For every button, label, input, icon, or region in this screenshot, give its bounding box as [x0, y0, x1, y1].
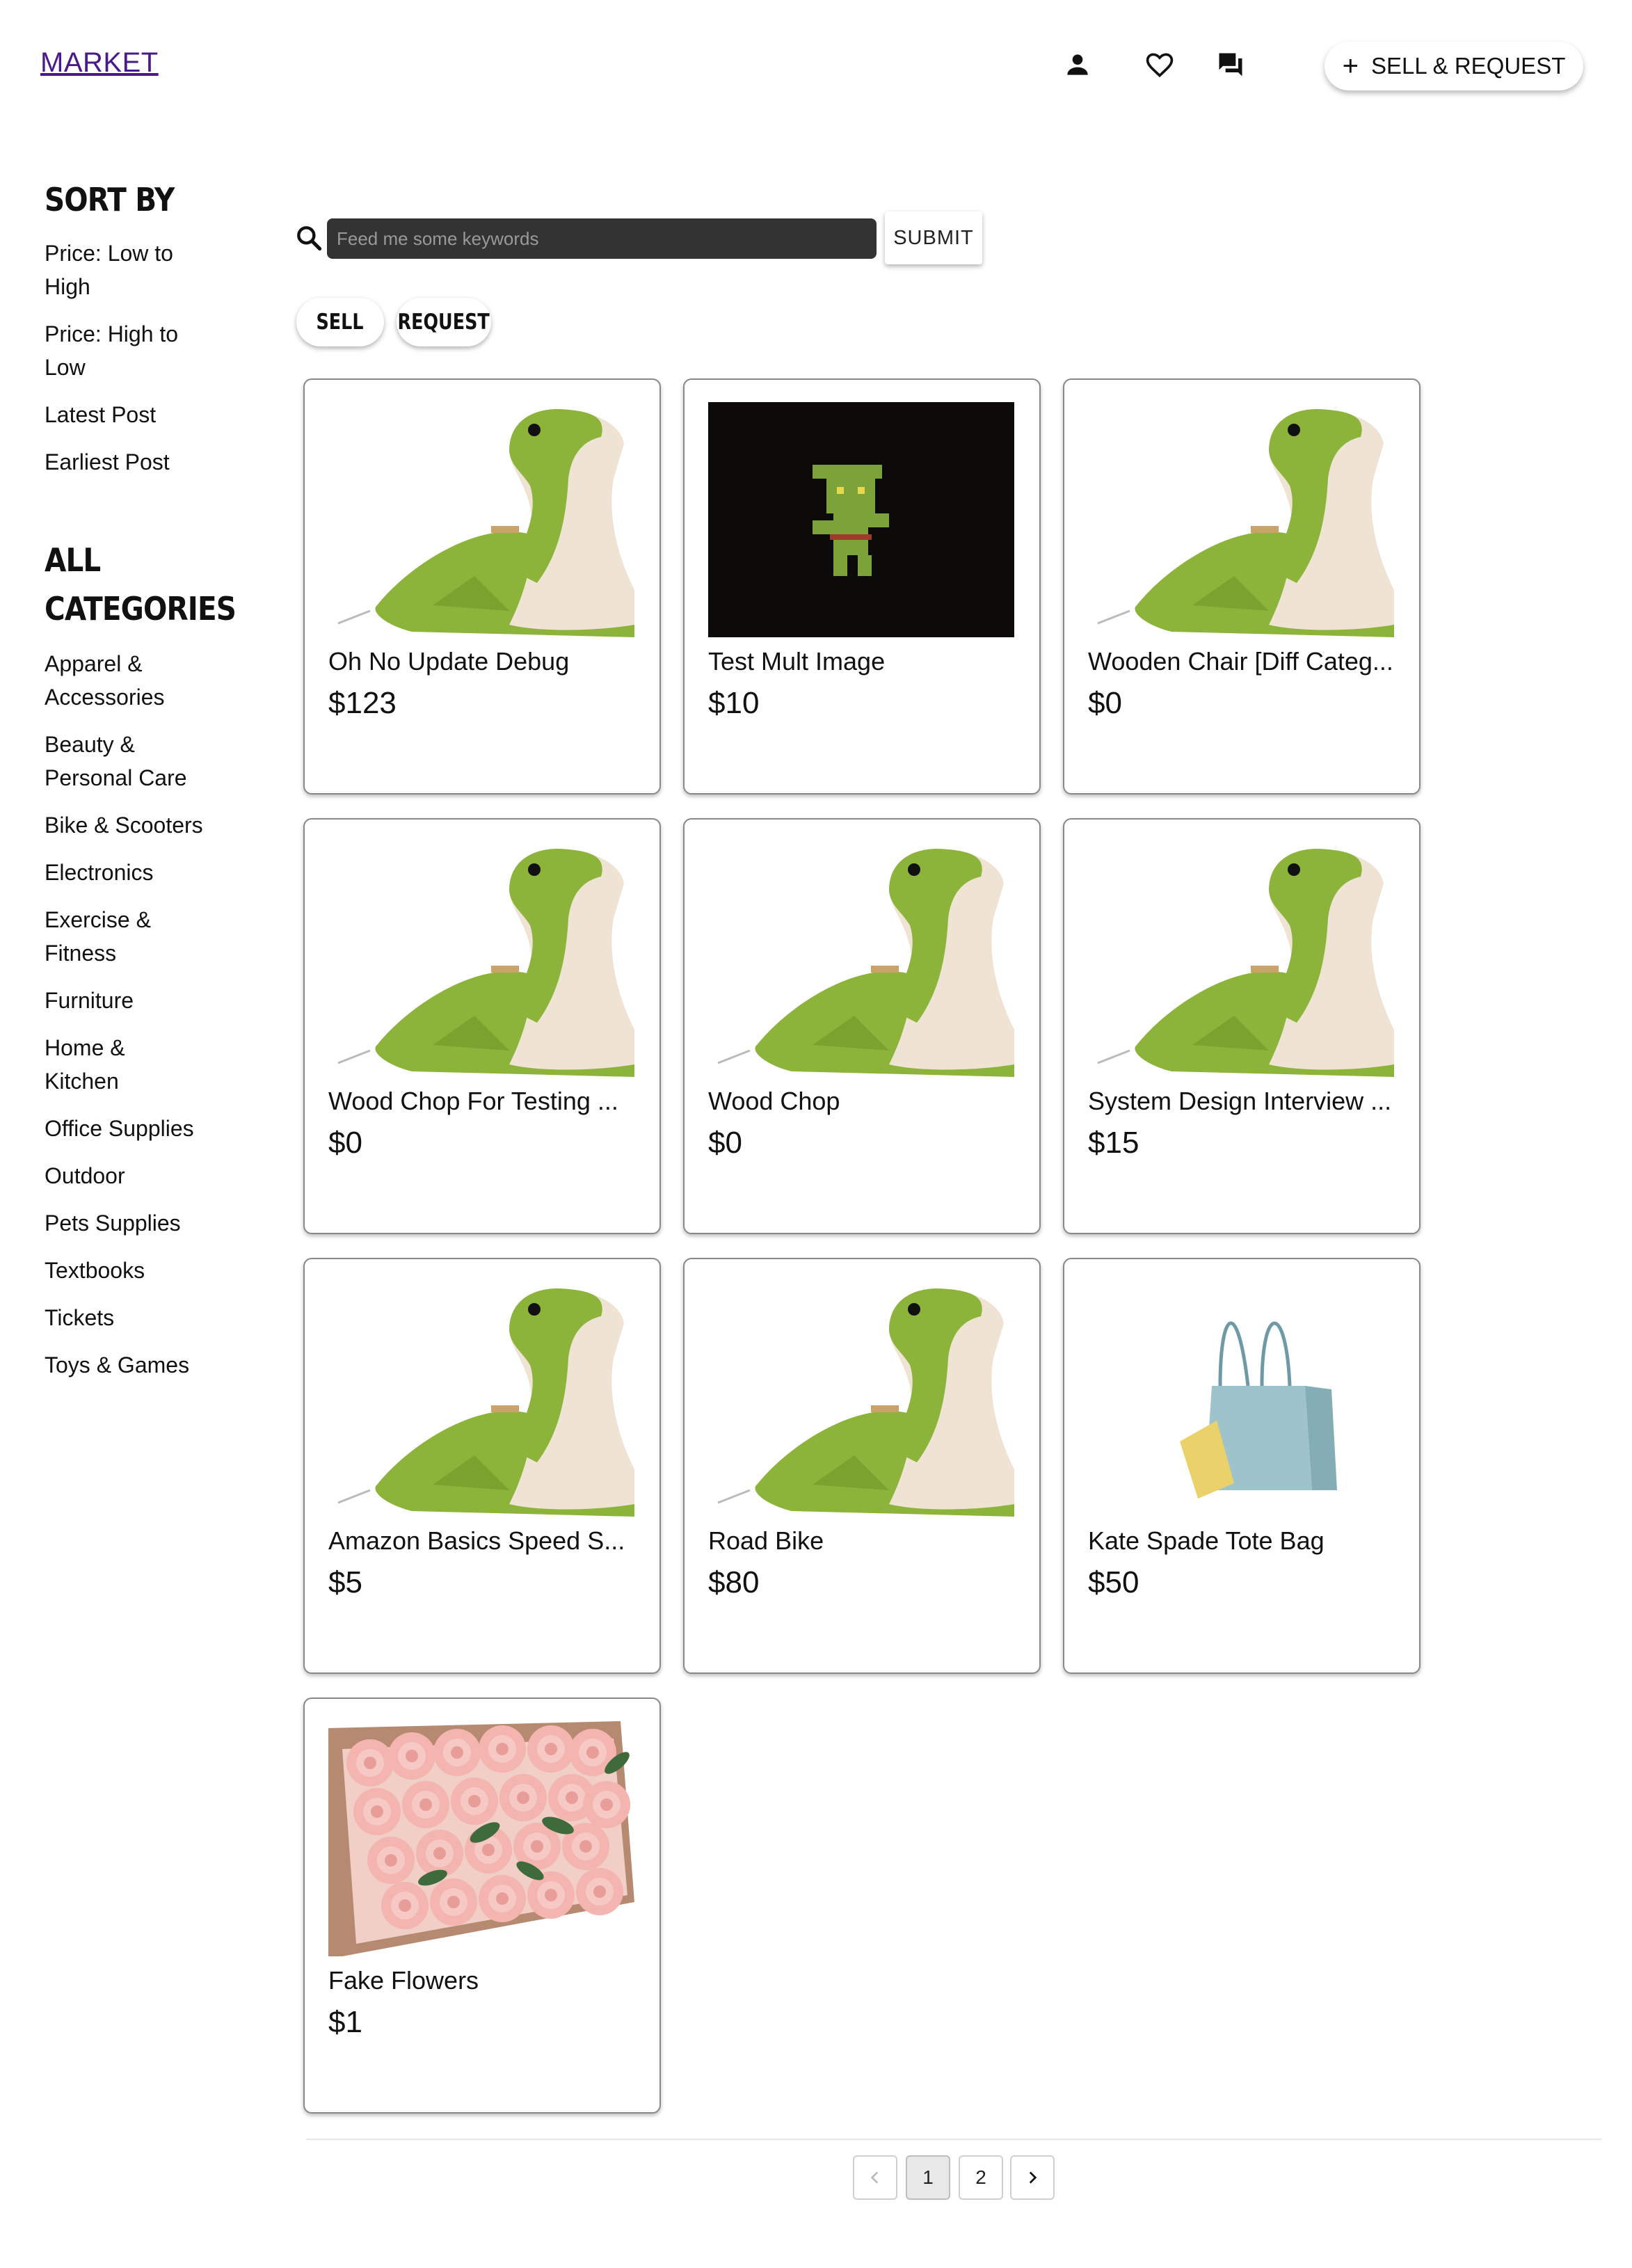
listing-title: Amazon Basics Speed S... — [328, 1526, 625, 1555]
green-plush-toy-image — [328, 402, 634, 637]
green-plush-toy-image — [708, 842, 1014, 1077]
heart-icon[interactable] — [1141, 46, 1178, 83]
listing-price: $50 — [1088, 1565, 1139, 1599]
sort-by-heading: SORT BY — [45, 181, 175, 218]
category-office[interactable]: Office Supplies — [45, 1112, 211, 1145]
listing-card[interactable]: Fake Flowers $1 — [303, 1698, 661, 2114]
category-apparel[interactable]: Apparel & Accessories — [45, 647, 211, 714]
sell-request-button[interactable]: + SELL & REQUEST — [1325, 42, 1583, 90]
listing-price: $0 — [708, 1126, 742, 1160]
category-toys-games[interactable]: Toys & Games — [45, 1348, 211, 1382]
all-categories-heading: ALL CATEGORIES — [45, 541, 237, 628]
listing-title: Fake Flowers — [328, 1966, 479, 1995]
listing-card[interactable]: Wood Chop For Testing ... $0 — [303, 818, 661, 1234]
category-home-kitchen[interactable]: Home & Kitchen — [45, 1031, 177, 1098]
listing-price: $80 — [708, 1565, 760, 1599]
request-filter-button[interactable]: REQUEST — [397, 298, 491, 346]
sort-option-price-low-high[interactable]: Price: Low to High — [45, 237, 211, 303]
category-furniture[interactable]: Furniture — [45, 984, 211, 1017]
listing-price: $15 — [1088, 1126, 1139, 1160]
person-icon[interactable] — [1059, 46, 1096, 83]
listing-title: Kate Spade Tote Bag — [1088, 1526, 1325, 1555]
chat-icon[interactable] — [1212, 46, 1249, 83]
plus-icon: + — [1342, 51, 1359, 81]
category-pets[interactable]: Pets Supplies — [45, 1206, 211, 1240]
category-exercise[interactable]: Exercise & Fitness — [45, 903, 211, 970]
category-beauty[interactable]: Beauty & Personal Care — [45, 728, 211, 794]
green-plush-toy-image — [708, 1281, 1014, 1517]
listing-title: Road Bike — [708, 1526, 824, 1555]
chevron-left-icon — [870, 2171, 879, 2184]
category-outdoor[interactable]: Outdoor — [45, 1159, 211, 1192]
listing-price: $1 — [328, 2005, 362, 2039]
search-input[interactable] — [327, 218, 877, 259]
listing-card[interactable]: Road Bike $80 — [683, 1258, 1041, 1674]
chevron-right-icon — [1029, 2171, 1037, 2184]
listing-title: Wood Chop — [708, 1087, 840, 1115]
pink-roses-image — [328, 1721, 634, 1956]
sell-request-label: SELL & REQUEST — [1370, 53, 1566, 79]
request-filter-label: REQUEST — [397, 310, 490, 335]
pixel-goblin-image — [708, 402, 1014, 637]
sort-option-price-high-low[interactable]: Price: High to Low — [45, 317, 211, 384]
listing-title: Test Mult Image — [708, 647, 886, 676]
listing-title: System Design Interview ... — [1088, 1087, 1392, 1115]
listing-price: $0 — [328, 1126, 362, 1160]
sell-filter-label: SELL — [316, 310, 365, 335]
prev-page-button[interactable] — [853, 2155, 897, 2200]
category-tickets[interactable]: Tickets — [45, 1301, 211, 1334]
submit-button[interactable]: SUBMIT — [885, 211, 982, 264]
listing-price: $5 — [328, 1565, 362, 1599]
listing-title: Wooden Chair [Diff Categ... — [1088, 647, 1393, 676]
listing-price: $0 — [1088, 686, 1122, 720]
listing-title: Wood Chop For Testing ... — [328, 1087, 618, 1115]
tote-bag-image — [1088, 1281, 1394, 1517]
listing-card[interactable]: Oh No Update Debug $123 — [303, 378, 661, 794]
listing-price: $123 — [328, 686, 397, 720]
sort-option-latest[interactable]: Latest Post — [45, 398, 211, 431]
green-plush-toy-image — [328, 1281, 634, 1517]
green-plush-toy-image — [1088, 402, 1394, 637]
green-plush-toy-image — [1088, 842, 1394, 1077]
listing-title: Oh No Update Debug — [328, 647, 570, 676]
search-icon — [294, 223, 324, 253]
pagination-divider — [306, 2139, 1601, 2140]
green-plush-toy-image — [328, 842, 634, 1077]
category-bike[interactable]: Bike & Scooters — [45, 808, 211, 842]
listing-card[interactable]: Amazon Basics Speed S... $5 — [303, 1258, 661, 1674]
listing-card[interactable]: Test Mult Image $10 — [683, 378, 1041, 794]
market-logo-link[interactable]: MARKET — [40, 47, 159, 79]
sell-filter-button[interactable]: SELL — [296, 298, 384, 346]
category-electronics[interactable]: Electronics — [45, 856, 211, 889]
next-page-button[interactable] — [1010, 2155, 1055, 2200]
sort-option-earliest[interactable]: Earliest Post — [45, 445, 211, 479]
listing-card[interactable]: Wooden Chair [Diff Categ... $0 — [1063, 378, 1421, 794]
page-2-button[interactable]: 2 — [959, 2155, 1003, 2200]
listing-price: $10 — [708, 686, 760, 720]
listing-card[interactable]: System Design Interview ... $15 — [1063, 818, 1421, 1234]
page-1-button[interactable]: 1 — [906, 2155, 950, 2200]
listing-card[interactable]: Wood Chop $0 — [683, 818, 1041, 1234]
category-textbooks[interactable]: Textbooks — [45, 1254, 211, 1287]
listing-card[interactable]: Kate Spade Tote Bag $50 — [1063, 1258, 1421, 1674]
